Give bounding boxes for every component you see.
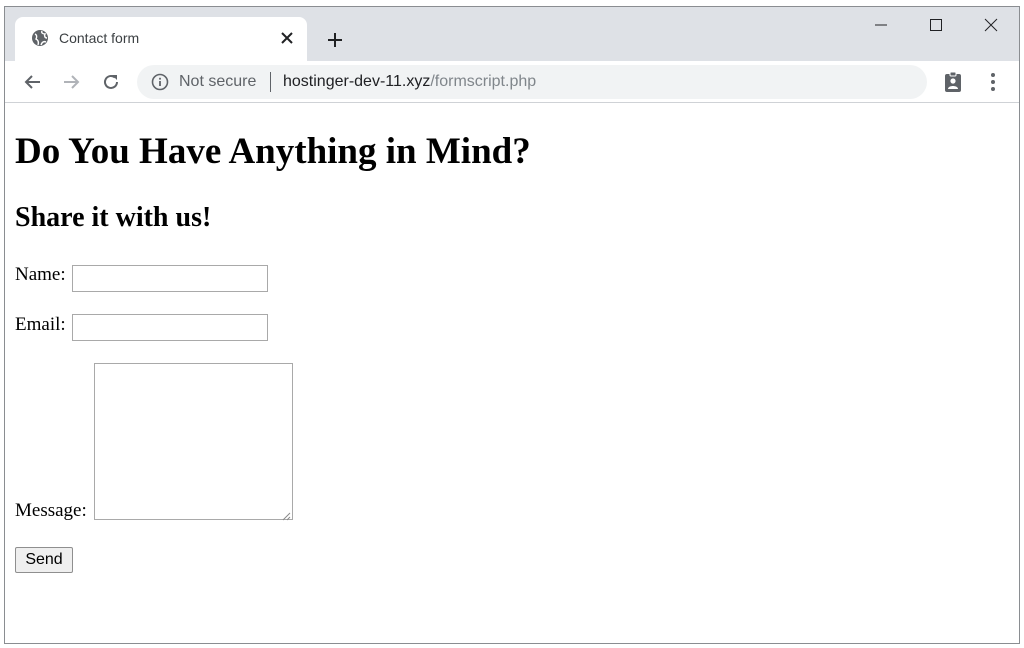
clipboard-extension-icon[interactable] [941, 70, 965, 94]
message-label: Message: [15, 500, 87, 521]
tab-strip: Contact form [5, 7, 1019, 61]
url-text[interactable]: hostinger-dev-11.xyz/formscript.php [283, 73, 536, 91]
name-input[interactable] [72, 265, 268, 292]
close-tab-icon[interactable] [275, 26, 299, 50]
kebab-menu-icon[interactable] [981, 70, 1005, 94]
browser-toolbar: Not secure hostinger-dev-11.xyz/formscri… [5, 61, 1019, 103]
browser-window: Contact form Not secure hostinger-dev-11… [4, 6, 1020, 644]
maximize-icon[interactable] [910, 7, 962, 43]
tab-title: Contact form [59, 30, 140, 46]
resize-handle-icon[interactable] [281, 508, 291, 521]
email-input[interactable] [72, 314, 268, 341]
close-window-icon[interactable] [965, 7, 1017, 43]
back-arrow-icon[interactable] [19, 68, 47, 96]
security-label[interactable]: Not secure [179, 73, 256, 91]
page-content: Do You Have Anything in Mind? Share it w… [5, 104, 1019, 643]
minimize-icon[interactable] [855, 7, 907, 43]
new-tab-icon[interactable] [321, 26, 349, 54]
tab-contact-form[interactable]: Contact form [15, 17, 307, 61]
url-host: hostinger-dev-11.xyz [283, 73, 431, 90]
address-bar[interactable]: Not secure hostinger-dev-11.xyz/formscri… [137, 65, 927, 99]
send-button[interactable]: Send [15, 547, 73, 573]
globe-icon [31, 29, 49, 47]
address-divider [270, 72, 271, 92]
page-subheading: Share it with us! [15, 202, 212, 233]
message-textarea[interactable] [94, 363, 293, 521]
reload-icon[interactable] [97, 68, 125, 96]
forward-arrow-icon[interactable] [57, 68, 85, 96]
name-label: Name: [15, 264, 66, 285]
url-path: /formscript.php [430, 73, 537, 90]
info-icon[interactable] [151, 73, 169, 91]
page-heading: Do You Have Anything in Mind? [15, 131, 531, 172]
email-label: Email: [15, 314, 66, 335]
